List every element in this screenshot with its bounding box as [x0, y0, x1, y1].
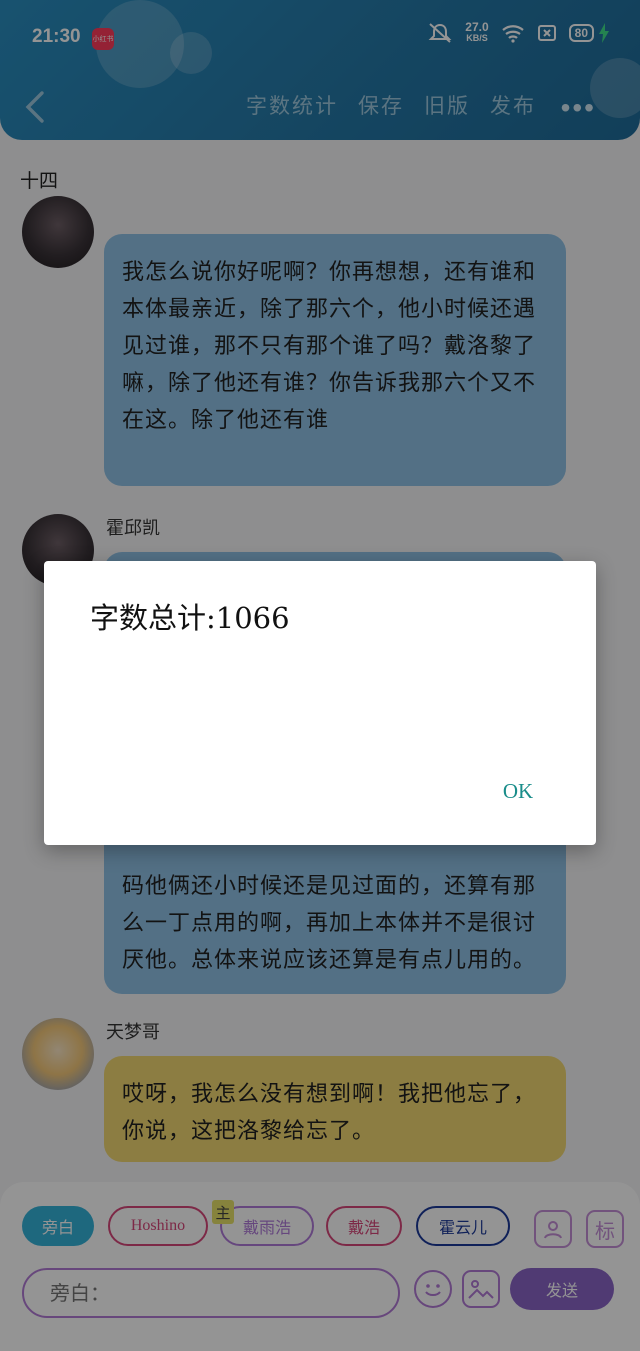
dialog-message: 字数总计:1066	[90, 601, 290, 635]
ok-button[interactable]: OK	[492, 773, 544, 809]
word-count-dialog: 字数总计:1066 OK	[44, 561, 596, 845]
